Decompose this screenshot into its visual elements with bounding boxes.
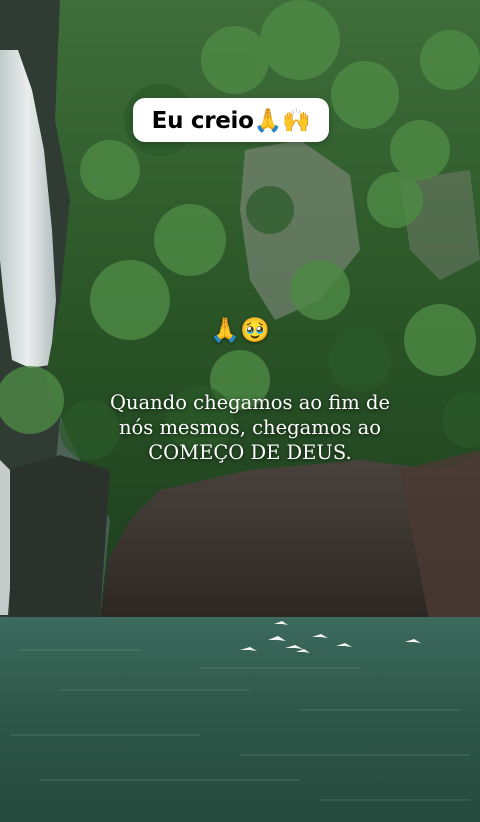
caption-text: Eu creio🙏🙌 xyxy=(151,107,311,134)
caption-sticker: Eu creio🙏🙌 xyxy=(133,98,329,142)
emoji-line: 🙏🥹 xyxy=(210,316,270,344)
quote-text: Quando chegamos ao fim de nós mesmos, ch… xyxy=(80,390,420,465)
quote-line: COMEÇO DE DEUS. xyxy=(148,441,352,464)
quote-line: nós mesmos, chegamos ao xyxy=(118,416,382,439)
quote-line: Quando chegamos ao fim de xyxy=(110,391,390,414)
story-view: Eu creio🙏🙌 🙏🥹 Quando chegamos ao fim de … xyxy=(0,0,480,822)
